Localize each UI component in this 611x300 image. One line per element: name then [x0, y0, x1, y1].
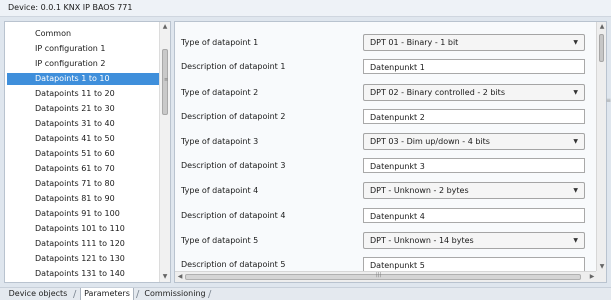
tab-device-objects[interactable]: Device objects	[4, 288, 72, 300]
chevron-down-icon[interactable]: ▼	[573, 138, 578, 145]
nav-item-datapoints-71-to-80[interactable]: Datapoints 71 to 80	[7, 178, 159, 190]
nav-item-datapoints-121-to-130[interactable]: Datapoints 121 to 130	[7, 253, 159, 265]
nav-scroll-thumb[interactable]: ≡	[162, 49, 168, 115]
type-select-4[interactable]: DPT - Unknown - 2 bytes ▼	[363, 182, 585, 199]
tab-commissioning[interactable]: Commissioning	[143, 288, 207, 300]
splitter-grip-icon[interactable]: ≡	[606, 97, 611, 104]
scrollbar-corner	[596, 271, 606, 282]
nav-item-datapoints-51-to-60[interactable]: Datapoints 51 to 60	[7, 148, 159, 160]
editor-area: Common IP configuration 1 IP configurati…	[0, 17, 611, 287]
description-field-5[interactable]	[363, 257, 585, 272]
type-label-5: Type of datapoint 5	[181, 236, 259, 245]
nav-item-datapoints-31-to-40[interactable]: Datapoints 31 to 40	[7, 118, 159, 130]
panel-vertical-scroll-thumb[interactable]	[599, 34, 604, 62]
grip-icon: |||	[376, 272, 382, 278]
type-label-4: Type of datapoint 4	[181, 186, 259, 195]
tab-separator: /	[136, 289, 140, 300]
type-select-value-1: DPT 01 - Binary - 1 bit	[370, 38, 459, 47]
description-label-2: Description of datapoint 2	[181, 112, 286, 121]
description-label-4: Description of datapoint 4	[181, 211, 286, 220]
panel-horizontal-scrollbar[interactable]: ◀ ||| ▶	[175, 271, 597, 282]
description-label-3: Description of datapoint 3	[181, 161, 286, 170]
description-label-1: Description of datapoint 1	[181, 62, 286, 71]
type-select-value-4: DPT - Unknown - 2 bytes	[370, 186, 469, 195]
type-select-1[interactable]: DPT 01 - Binary - 1 bit ▼	[363, 34, 585, 51]
tab-parameters[interactable]: Parameters	[80, 288, 134, 300]
nav-item-datapoints-101-to-110[interactable]: Datapoints 101 to 110	[7, 223, 159, 235]
nav-item-datapoints-41-to-50[interactable]: Datapoints 41 to 50	[7, 133, 159, 145]
description-field-4[interactable]	[363, 208, 585, 223]
description-field-3[interactable]	[363, 158, 585, 173]
type-select-value-3: DPT 03 - Dim up/down - 4 bits	[370, 137, 490, 146]
device-title: Device: 0.0.1 KNX IP BAOS 771	[0, 0, 611, 17]
nav-item-ip-configuration-2[interactable]: IP configuration 2	[7, 58, 159, 70]
nav-item-datapoints-11-to-20[interactable]: Datapoints 11 to 20	[7, 88, 159, 100]
parameter-panel: Type of datapoint 1 DPT 01 - Binary - 1 …	[174, 21, 607, 283]
nav-item-common[interactable]: Common	[7, 28, 159, 40]
type-select-2[interactable]: DPT 02 - Binary controlled - 2 bits ▼	[363, 84, 585, 101]
nav-item-ip-configuration-1[interactable]: IP configuration 1	[7, 43, 159, 55]
tab-separator: /	[208, 289, 212, 300]
description-field-2[interactable]	[363, 109, 585, 124]
nav-scrollbar[interactable]: ▲ ≡ ▼	[159, 22, 170, 282]
tab-separator: /	[73, 289, 77, 300]
panel-vertical-scrollbar[interactable]: ▲ ▼	[596, 22, 606, 272]
chevron-down-icon[interactable]: ▼	[573, 39, 578, 46]
type-select-value-2: DPT 02 - Binary controlled - 2 bits	[370, 88, 505, 97]
nav-item-datapoints-1-to-10[interactable]: Datapoints 1 to 10	[7, 73, 159, 85]
bottom-tab-bar: Device objects / Parameters / Commission…	[0, 287, 611, 300]
type-select-value-5: DPT - Unknown - 14 bytes	[370, 236, 474, 245]
arrow-up-icon[interactable]: ▲	[597, 22, 606, 32]
description-label-5: Description of datapoint 5	[181, 260, 286, 269]
chevron-down-icon[interactable]: ▼	[573, 237, 578, 244]
nav-item-datapoints-21-to-30[interactable]: Datapoints 21 to 30	[7, 103, 159, 115]
chevron-down-icon[interactable]: ▼	[573, 89, 578, 96]
nav-item-datapoints-81-to-90[interactable]: Datapoints 81 to 90	[7, 193, 159, 205]
arrow-left-icon[interactable]: ◀	[175, 272, 185, 282]
grip-icon: ≡	[164, 77, 169, 83]
panel-horizontal-scroll-thumb[interactable]: |||	[185, 272, 581, 280]
type-select-3[interactable]: DPT 03 - Dim up/down - 4 bits ▼	[363, 133, 585, 150]
parameter-navigation: Common IP configuration 1 IP configurati…	[4, 21, 171, 283]
arrow-up-icon[interactable]: ▲	[160, 22, 170, 32]
nav-item-datapoints-91-to-100[interactable]: Datapoints 91 to 100	[7, 208, 159, 220]
parameter-rows: Type of datapoint 1 DPT 01 - Binary - 1 …	[175, 22, 597, 272]
nav-item-datapoints-61-to-70[interactable]: Datapoints 61 to 70	[7, 163, 159, 175]
arrow-down-icon[interactable]: ▼	[160, 272, 170, 282]
nav-item-datapoints-131-to-140[interactable]: Datapoints 131 to 140	[7, 268, 159, 280]
chevron-down-icon[interactable]: ▼	[573, 187, 578, 194]
description-field-1[interactable]	[363, 59, 585, 74]
type-label-2: Type of datapoint 2	[181, 88, 259, 97]
type-select-5[interactable]: DPT - Unknown - 14 bytes ▼	[363, 232, 585, 249]
type-label-1: Type of datapoint 1	[181, 38, 259, 47]
nav-item-datapoints-111-to-120[interactable]: Datapoints 111 to 120	[7, 238, 159, 250]
nav-list: Common IP configuration 1 IP configurati…	[5, 22, 160, 282]
type-label-3: Type of datapoint 3	[181, 137, 259, 146]
